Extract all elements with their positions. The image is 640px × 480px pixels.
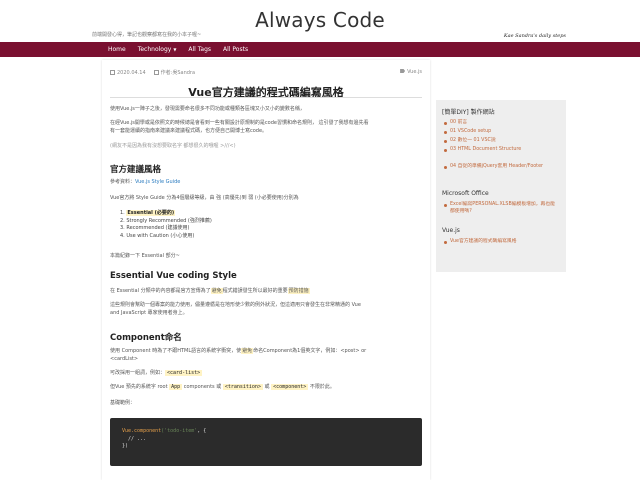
sidebar-link[interactable]: 03 HTML Document Structure bbox=[450, 146, 558, 153]
code-function: Vue.component bbox=[122, 428, 162, 434]
code-line: }) bbox=[122, 443, 129, 449]
list-text: Recommended (建議使用) bbox=[126, 225, 190, 231]
component-text: components 或 bbox=[183, 384, 222, 390]
intro-paragraph-1: 使用Vue.js一陣子之後，發現需要命名很多不同功能或種類各區塊又小又小的變數名… bbox=[110, 106, 305, 112]
post-meta: 2020.04.14 作者:吳Sandra bbox=[110, 69, 195, 76]
list-item: 4. Use with Caution (小心使用) bbox=[120, 233, 212, 241]
bullet-icon bbox=[444, 140, 447, 143]
code-string: ('todo-item' bbox=[161, 428, 198, 434]
component-text: 或 bbox=[264, 384, 270, 390]
highlight-avoid: 避免 bbox=[210, 288, 223, 294]
component-text: 命名Component為1個英文字，例如：<post> or bbox=[253, 348, 367, 354]
main-navbar: Home Technology ▼ All Tags All Posts bbox=[0, 42, 640, 57]
essential-description-2: 這些規則會幫助一個專案的能力使用，儘量遵循是在地形使少數的例外狀況，但這適用只會… bbox=[110, 301, 422, 317]
essential-line: and JavaScript 專家使用者身上。 bbox=[110, 310, 188, 316]
nav-all-tags[interactable]: All Tags bbox=[188, 46, 211, 53]
sidebar-link[interactable]: 02 數位一 01 VSC說 bbox=[450, 137, 558, 144]
component-text: 使用 Component 時為了不跟HTML語言的系統字衝突，使 bbox=[110, 348, 242, 354]
sample-label: 基礎範例： bbox=[110, 400, 136, 406]
post-date: 2020.04.14 bbox=[117, 69, 146, 76]
inline-code: <card-list> bbox=[165, 370, 203, 376]
component-description-3: 但Vue 預先的系統字 root App components 或 <trans… bbox=[110, 383, 422, 391]
post-author: 作者:吳Sandra bbox=[160, 70, 196, 76]
sidebar-link[interactable]: 00 前言 bbox=[450, 119, 558, 126]
sidebar-heading-vue: Vue.js bbox=[442, 227, 460, 234]
highlight-prevent: 預防措施 bbox=[287, 288, 310, 294]
list-number: 2. bbox=[120, 217, 125, 224]
inline-code: <transition> bbox=[222, 384, 263, 390]
list-text: Use with Caution (小心使用) bbox=[126, 232, 195, 239]
list-number: 4. bbox=[120, 232, 125, 239]
intro-paragraph-2-line-1: 在經Vue.js開學或是依照文的時候總是會看到一些有關設計原規制的是code習慣… bbox=[110, 120, 369, 126]
essential-text: 程式錯誤發生所以最好的重要 bbox=[222, 288, 288, 294]
essential-note: 本篇紀錄一下 Essential 部分~ bbox=[110, 253, 180, 259]
component-text: 可改採用一組詞，例如： bbox=[110, 370, 166, 376]
component-text: 但Vue 預先的系統字 root bbox=[110, 384, 168, 390]
site-title[interactable]: Always Code bbox=[0, 8, 640, 32]
inline-code: App bbox=[169, 384, 183, 390]
code-line: Vue.component('todo-item', { bbox=[122, 428, 410, 436]
site-signature: Kae Sandra's daily steps bbox=[503, 33, 566, 39]
inline-code: <component> bbox=[271, 384, 309, 390]
heading-essential: Essential Vue coding Style bbox=[110, 271, 237, 281]
bullet-icon bbox=[444, 122, 447, 125]
bullet-icon bbox=[444, 241, 447, 244]
code-block[interactable]: Vue.component('todo-item', { // ... }) bbox=[110, 418, 422, 466]
chevron-down-icon: ▼ bbox=[173, 47, 177, 52]
bullet-icon bbox=[444, 204, 447, 207]
guide-levels-list: 1. Essential (必要的) 2. Strongly Recommend… bbox=[120, 210, 212, 240]
sidebar-link[interactable]: 01 VSCode setup bbox=[450, 128, 558, 135]
component-text: <cardList> bbox=[110, 356, 139, 362]
sidebar-heading-office: Microsoft Office bbox=[442, 190, 489, 197]
highlight-avoid: 避免 bbox=[241, 348, 254, 354]
guide-description: Vue官方將 Style Guide 分為4個層級等級，由 強 (高優先)到 弱… bbox=[110, 195, 299, 201]
bullet-icon bbox=[444, 131, 447, 134]
post-tag-label: Vue.js bbox=[407, 69, 422, 75]
sidebar: [簡單DIY] 製作網站 00 前言 01 VSCode setup 02 數位… bbox=[436, 100, 566, 272]
bullet-icon bbox=[444, 149, 447, 152]
nav-technology[interactable]: Technology ▼ bbox=[138, 46, 177, 53]
list-number: 1. bbox=[120, 210, 125, 216]
site-tagline: 前端開發心得，筆記也觀察都寫在我的小本子喔~ bbox=[92, 32, 202, 38]
sidebar-link[interactable]: Excel編寫PERSONAL.XLSB編模板增加，再也能都使用嗎? bbox=[450, 201, 558, 215]
heading-guide: 官方建議風格 bbox=[110, 165, 162, 175]
sidebar-heading-diy: [簡單DIY] 製作網站 bbox=[442, 109, 495, 116]
list-item: 2. Strongly Recommended (強烈推薦) bbox=[120, 218, 212, 226]
list-text: Essential (必要的) bbox=[126, 210, 176, 216]
nav-home[interactable]: Home bbox=[108, 46, 126, 53]
reference-label: 參考資料： bbox=[110, 179, 136, 185]
code-line: // ... bbox=[122, 435, 147, 442]
component-description-1: 使用 Component 時為了不跟HTML語言的系統字衝突，使避免命名Comp… bbox=[110, 347, 422, 363]
reference-line: 參考資料：Vue.js Style Guide bbox=[110, 178, 422, 186]
essential-description-1: 在 Essential 分類中的內容都是官方宣傳為了避免程式錯誤發生所以最好的重… bbox=[110, 287, 422, 295]
user-icon bbox=[153, 70, 159, 75]
intro-paragraph-3: (網友不是因為我有沒想要取名字 都想很久的哦喔 >///<) bbox=[110, 143, 236, 149]
tag-icon bbox=[400, 69, 406, 73]
post-card: 2020.04.14 作者:吳Sandra Vue.js Vue官方建議的程式碼… bbox=[102, 60, 430, 480]
list-item: 3. Recommended (建議使用) bbox=[120, 225, 212, 233]
nav-all-posts[interactable]: All Posts bbox=[223, 46, 248, 53]
site-header: 前端開發心得，筆記也觀察都寫在我的小本子喔~ Always Code Kae S… bbox=[0, 0, 640, 43]
nav-technology-label: Technology bbox=[137, 46, 172, 53]
intro-paragraph-2: 在經Vue.js開學或是依照文的時候總是會看到一些有關設計原規制的是code習慣… bbox=[110, 119, 422, 135]
post-tag[interactable]: Vue.js bbox=[400, 69, 422, 75]
reference-link[interactable]: Vue.js Style Guide bbox=[135, 179, 180, 185]
list-number: 3. bbox=[120, 225, 125, 231]
intro-paragraph-2-line-2: 有一套能運續的指南來建議來建議程式碼，也方便自己開博士寫code。 bbox=[110, 128, 268, 134]
sidebar-link[interactable]: Vue官方建議的程式碼編寫風格 bbox=[450, 238, 558, 245]
calendar-icon bbox=[110, 70, 115, 75]
bullet-icon bbox=[444, 166, 447, 169]
essential-text: 在 Essential 分類中的內容都是官方宣傳為了 bbox=[110, 288, 211, 294]
component-text: 不限於此。 bbox=[309, 384, 335, 390]
code-text: , { bbox=[197, 428, 207, 434]
component-description-2: 可改採用一組詞，例如： <card-list> bbox=[110, 369, 422, 377]
list-text: Strongly Recommended (強烈推薦) bbox=[126, 217, 212, 224]
list-item: 1. Essential (必要的) bbox=[120, 210, 212, 218]
essential-line: 這些規則會幫助一個專案的能力使用，儘量遵循是在地形使少數的例外狀況，但這適用只會… bbox=[110, 302, 361, 308]
title-divider bbox=[110, 97, 422, 98]
sidebar-link[interactable]: 04 自從的準備jQuery套用 Header/Footer bbox=[450, 163, 558, 170]
heading-component: Component命名 bbox=[110, 333, 182, 343]
